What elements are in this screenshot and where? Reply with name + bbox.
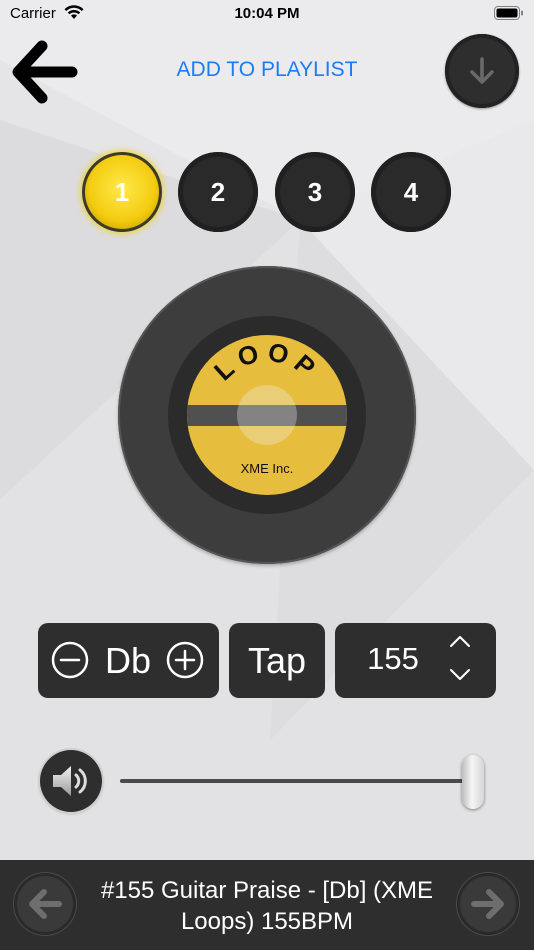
chevron-up-icon[interactable] (447, 631, 473, 651)
label-company: XME Inc. (240, 461, 294, 476)
minus-circle-icon[interactable] (51, 641, 89, 679)
status-bar: Carrier 10:04 PM (0, 0, 534, 28)
arrow-left-icon (29, 889, 62, 919)
key-control: Db (38, 623, 219, 698)
battery-icon (494, 6, 523, 20)
plus-circle-icon[interactable] (166, 641, 204, 679)
chevron-down-icon[interactable] (447, 665, 473, 685)
loop-slot-1[interactable]: 1 (82, 152, 162, 232)
svg-text:LOOP: LOOP (208, 336, 326, 386)
bpm-control: 155 (335, 623, 496, 698)
back-button[interactable] (10, 36, 82, 108)
download-button[interactable] (445, 34, 519, 108)
arrow-down-icon (470, 57, 494, 84)
record-label: LOOP XME Inc. (187, 335, 347, 495)
speaker-icon (53, 766, 87, 796)
arrow-right-icon (471, 889, 504, 919)
previous-track-button[interactable] (14, 873, 76, 935)
bpm-value: 155 (367, 641, 419, 676)
tap-tempo-button[interactable]: Tap (229, 623, 325, 698)
record-groove: LOOP XME Inc. (168, 316, 366, 514)
next-track-button[interactable] (457, 873, 519, 935)
loop-slot-3[interactable]: 3 (275, 152, 355, 232)
arrow-left-icon (12, 40, 78, 104)
volume-button[interactable] (40, 750, 102, 812)
key-value: Db (104, 640, 152, 681)
add-to-playlist-button[interactable]: ADD TO PLAYLIST (130, 58, 404, 82)
now-playing-title: #155 Guitar Praise - [Db] (XME Loops) 15… (100, 877, 434, 935)
volume-slider-thumb[interactable] (462, 755, 484, 809)
volume-slider-track[interactable] (120, 779, 480, 783)
record-disc[interactable]: LOOP XME Inc. (118, 266, 416, 564)
clock: 10:04 PM (234, 5, 300, 22)
loop-slot-2[interactable]: 2 (178, 152, 258, 232)
now-playing-bar: #155 Guitar Praise - [Db] (XME Loops) 15… (0, 860, 534, 950)
loop-title-text: LOOP (208, 336, 320, 386)
loop-slot-4[interactable]: 4 (371, 152, 451, 232)
